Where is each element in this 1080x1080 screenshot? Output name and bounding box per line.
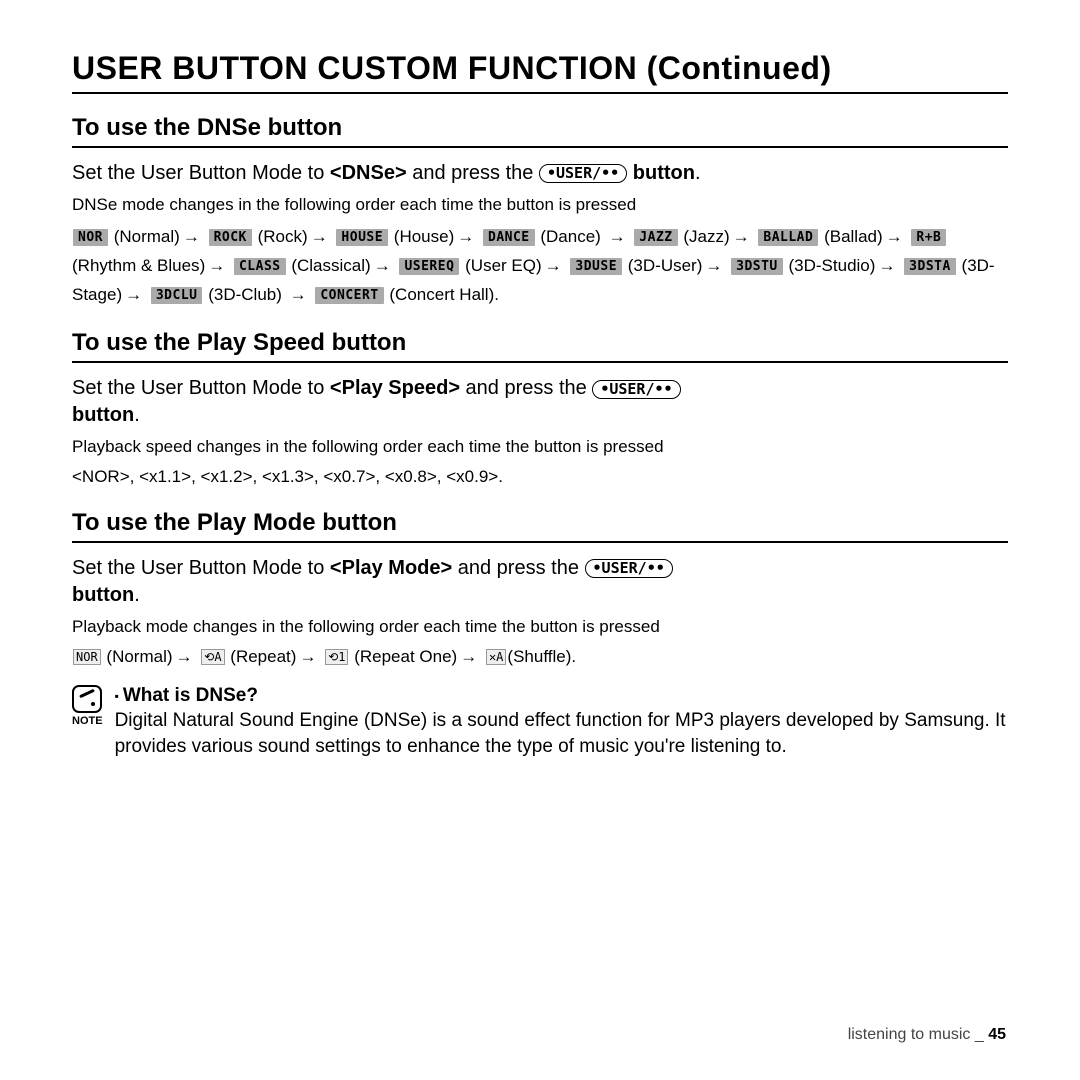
text: button [72,404,134,426]
playmode-intro: Set the User Button Mode to <Play Mode> … [72,555,1008,609]
mode-badge: 3DSTU [731,258,783,275]
note-icon-wrap: NOTE [72,685,103,727]
playspeed-desc: Playback speed changes in the following … [72,435,1008,459]
mode-label: Concert Hall [395,285,489,304]
mode-badge: 3DSTA [904,258,956,275]
mode-label: Rock [263,227,302,246]
text: Set the User Button Mode to [72,377,330,399]
mode-badge: ROCK [209,229,252,246]
mode-label: User EQ [471,256,536,275]
section-playspeed-heading: To use the Play Speed button [72,329,1008,363]
playspeed-intro: Set the User Button Mode to <Play Speed>… [72,375,1008,429]
playmode-desc: Playback mode changes in the following o… [72,615,1008,639]
note-label: NOTE [72,715,103,727]
mode-label: Repeat [236,647,291,666]
playmode-repeat-icon: ⟲A [201,649,224,665]
page-number: 45 [988,1026,1006,1043]
text: button [633,162,695,184]
mode-badge: R+B [911,229,946,246]
footer-section: listening to music _ [848,1026,984,1043]
text: and press the [460,377,592,399]
note-body: ▪ What is DNSe? Digital Natural Sound Eng… [115,683,1008,760]
mode-label: Ballad [830,227,877,246]
mode-label: House [399,227,448,246]
mode-badge: DANCE [483,229,535,246]
bullet-icon: ▪ [115,689,119,703]
dnse-desc: DNSe mode changes in the following order… [72,193,1008,217]
mode-badge: USEREQ [399,258,459,275]
playmode-shuffle-icon: ✕A [486,649,506,665]
user-button-icon: •USER/•• [539,164,627,183]
note-icon [72,685,102,713]
mode-badge: NOR [73,229,108,246]
page-footer: listening to music _ 45 [848,1026,1006,1044]
playspeed-list: <NOR>, <x1.1>, <x1.2>, <x1.3>, <x0.7>, <… [72,465,1008,489]
section-dnse-heading: To use the DNSe button [72,114,1008,148]
mode-label: Normal [119,227,174,246]
text: Set the User Button Mode to [72,162,330,184]
mode-label: Dance [546,227,595,246]
mode-badge: HOUSE [336,229,388,246]
dnse-intro: Set the User Button Mode to <DNSe> and p… [72,160,1008,187]
text: and press the [407,162,539,184]
mode-name: <Play Speed> [330,377,460,399]
text: and press the [452,557,584,579]
mode-name: <Play Mode> [330,557,452,579]
playmode-repeat-one-icon: ⟲1 [325,649,348,665]
mode-badge: CONCERT [315,287,383,304]
user-button-icon: •USER/•• [592,380,680,399]
mode-label: Shuffle [513,647,566,666]
page-title: USER BUTTON CUSTOM FUNCTION (Continued) [72,50,1008,94]
note-block: NOTE ▪ What is DNSe? Digital Natural Soun… [72,683,1008,760]
mode-label: Classical [297,256,365,275]
user-button-icon: •USER/•• [585,559,673,578]
mode-label: Rhythm & Blues [78,256,200,275]
mode-name: <DNSe> [330,162,407,184]
mode-badge: BALLAD [758,229,818,246]
note-text: Digital Natural Sound Engine (DNSe) is a… [115,710,1006,757]
mode-label: Jazz [689,227,724,246]
mode-badge: 3DCLU [151,287,203,304]
mode-badge: CLASS [234,258,286,275]
playmode-list: NOR (Normal)→ ⟲A (Repeat)→ ⟲1 (Repeat On… [72,645,1008,669]
dnse-modes-list: NOR (Normal)→ ROCK (Rock)→ HOUSE (House)… [72,223,1008,310]
playmode-normal-icon: NOR [73,649,101,665]
mode-label: Normal [112,647,167,666]
mode-label: 3D-User [633,256,696,275]
text: button [72,584,134,606]
mode-label: 3D-Studio [794,256,870,275]
mode-badge: JAZZ [634,229,677,246]
mode-label: Repeat One [360,647,452,666]
mode-badge: 3DUSE [570,258,622,275]
section-playmode-heading: To use the Play Mode button [72,509,1008,543]
note-title: What is DNSe? [123,685,258,706]
text: Set the User Button Mode to [72,557,330,579]
mode-label: 3D-Club [214,285,276,304]
